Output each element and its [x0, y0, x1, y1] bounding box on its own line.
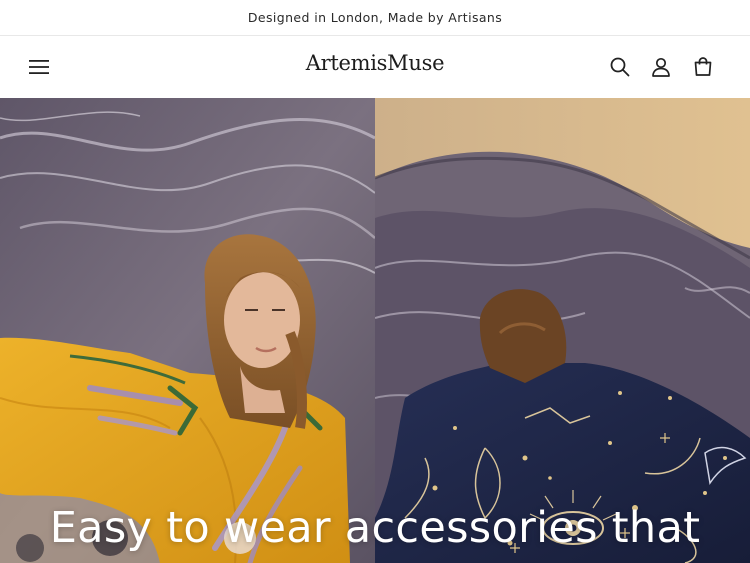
- site-logo: ArtemisMuse: [0, 51, 750, 75]
- hero-heading: Easy to wear accessories that: [49, 503, 701, 553]
- hero-image-yellow-kimono: [0, 98, 375, 563]
- cart-button[interactable]: [686, 50, 720, 84]
- cart-icon: [694, 57, 712, 76]
- search-button[interactable]: [603, 50, 637, 84]
- search-icon: [610, 57, 630, 77]
- hero-image-navy-kimono: [375, 98, 750, 563]
- site-header: ArtemisMuse: [0, 36, 750, 98]
- account-icon: [652, 57, 670, 77]
- logo-link[interactable]: ArtemisMuse: [306, 51, 445, 75]
- announcement-text: Designed in London, Made by Artisans: [247, 10, 503, 25]
- hero-banner[interactable]: Easy to wear accessories that: [0, 98, 750, 563]
- account-button[interactable]: [644, 50, 678, 84]
- announcement-bar: Designed in London, Made by Artisans: [0, 0, 750, 36]
